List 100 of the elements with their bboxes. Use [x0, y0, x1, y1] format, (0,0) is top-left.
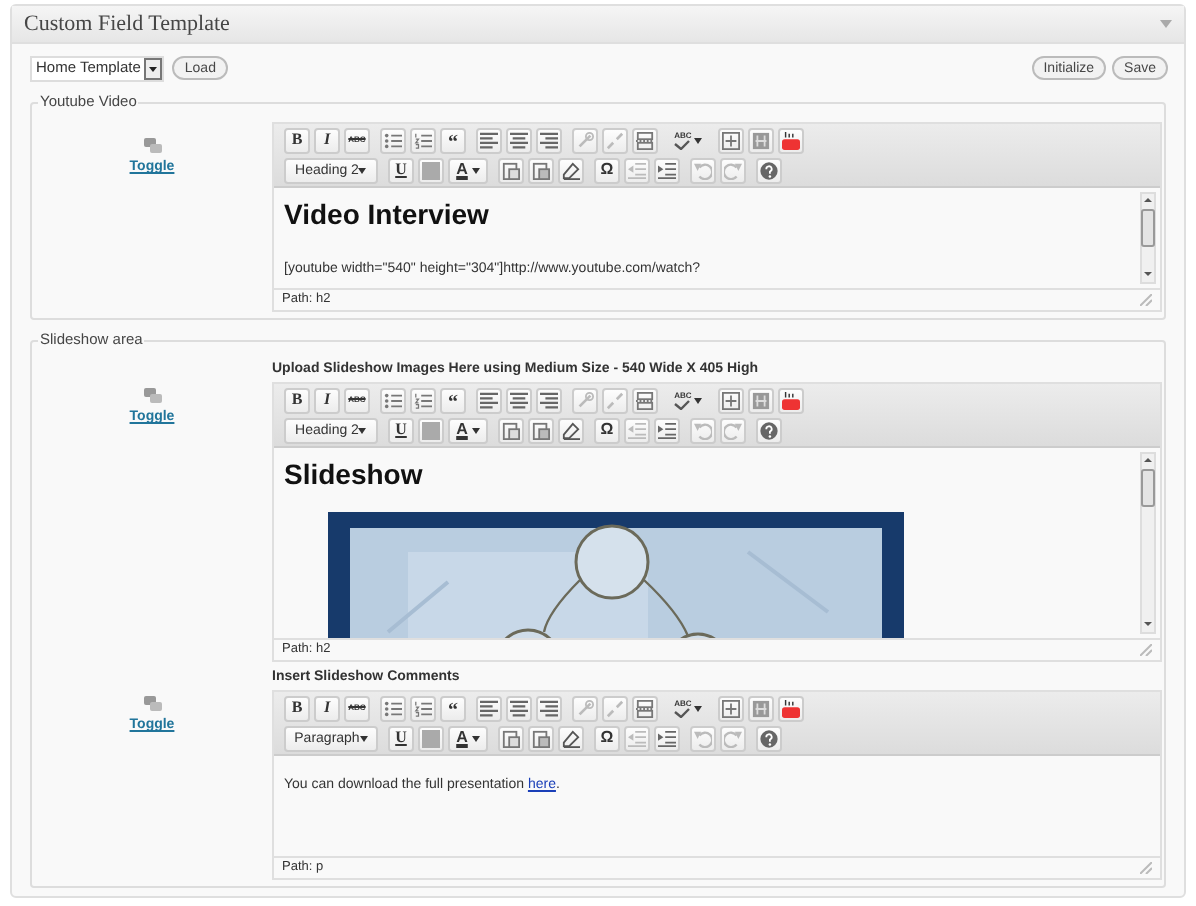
bold-button[interactable]: B [284, 387, 310, 413]
content-heading: Video Interview [284, 196, 491, 232]
bullet-list-button[interactable] [380, 387, 406, 413]
undo-icon [694, 161, 712, 179]
resize-grip-icon[interactable] [1140, 644, 1152, 656]
outdent-icon [628, 161, 646, 179]
align-left-icon [480, 391, 498, 409]
align-center-button[interactable] [506, 695, 532, 721]
numbered-list-button[interactable] [410, 127, 436, 153]
italic-button[interactable]: I [314, 695, 340, 721]
paste-text-button[interactable] [498, 725, 524, 751]
align-center-button[interactable] [506, 127, 532, 153]
indent-button[interactable] [654, 417, 680, 443]
special-character-button[interactable]: Ω [594, 157, 620, 183]
italic-button[interactable]: I [314, 127, 340, 153]
align-left-button[interactable] [476, 695, 502, 721]
caret-icon [471, 427, 480, 433]
caret-icon [471, 735, 480, 741]
text-color-button[interactable]: A [448, 725, 488, 751]
youtube-button[interactable] [778, 127, 804, 153]
caret-icon [471, 167, 480, 173]
numbered-list-button[interactable] [410, 695, 436, 721]
unlink-icon [606, 391, 624, 409]
bold-button[interactable]: B [284, 695, 310, 721]
align-left-button[interactable] [476, 387, 502, 413]
kitchen-sink-button[interactable] [748, 695, 774, 721]
undo-icon [694, 729, 712, 747]
indent-icon [658, 421, 676, 439]
video-icon [782, 131, 800, 149]
fullscreen-button[interactable] [718, 695, 744, 721]
fullscreen-icon [722, 699, 740, 717]
bullet-list-button[interactable] [380, 127, 406, 153]
youtube-button[interactable] [778, 695, 804, 721]
more-tag-button[interactable] [632, 387, 658, 413]
align-left-icon [480, 699, 498, 717]
check-icon [674, 399, 691, 409]
paste-word-button[interactable] [528, 725, 554, 751]
caret-icon [693, 137, 702, 143]
help-icon [760, 729, 778, 747]
blockquote-button[interactable]: “ [440, 387, 466, 413]
more-tag-button[interactable] [632, 127, 658, 153]
indent-button[interactable] [654, 157, 680, 183]
more-tag-button[interactable] [632, 695, 658, 721]
eraser-icon [562, 421, 580, 439]
unlink-icon [606, 699, 624, 717]
text-color-button[interactable]: A [448, 417, 488, 443]
special-character-button[interactable]: Ω [594, 417, 620, 443]
underline-button[interactable]: U [388, 157, 414, 183]
numbered-list-button[interactable] [410, 387, 436, 413]
check-icon [674, 139, 691, 149]
fullscreen-icon [722, 391, 740, 409]
align-right-icon [540, 391, 558, 409]
justify-button[interactable] [418, 417, 444, 443]
resize-grip-icon[interactable] [1140, 862, 1152, 874]
eraser-button[interactable] [558, 725, 584, 751]
paste-word-button[interactable] [528, 157, 554, 183]
help-button[interactable] [756, 417, 782, 443]
justify-button[interactable] [418, 725, 444, 751]
youtube-button[interactable] [778, 387, 804, 413]
page-break-icon [636, 131, 654, 149]
fullscreen-button[interactable] [718, 387, 744, 413]
page-break-icon [636, 391, 654, 409]
blockquote-button[interactable]: “ [440, 127, 466, 153]
eraser-button[interactable] [558, 157, 584, 183]
caret-icon [358, 167, 367, 173]
link-icon [576, 699, 594, 717]
help-icon [760, 161, 778, 179]
resize-grip-icon[interactable] [1140, 294, 1152, 306]
align-right-button[interactable] [536, 387, 562, 413]
indent-button[interactable] [654, 725, 680, 751]
grid-icon [752, 699, 770, 717]
bold-button[interactable]: B [284, 127, 310, 153]
special-character-button[interactable]: Ω [594, 725, 620, 751]
eraser-icon [562, 729, 580, 747]
help-icon [760, 421, 778, 439]
eraser-icon [562, 161, 580, 179]
justify-button[interactable] [418, 157, 444, 183]
paste-word-button[interactable] [528, 417, 554, 443]
text-color-button[interactable]: A [448, 157, 488, 183]
align-right-button[interactable] [536, 127, 562, 153]
underline-button[interactable]: U [388, 725, 414, 751]
help-button[interactable] [756, 157, 782, 183]
caret-icon [358, 427, 367, 433]
align-left-button[interactable] [476, 127, 502, 153]
italic-button[interactable]: I [314, 387, 340, 413]
help-button[interactable] [756, 725, 782, 751]
blockquote-button[interactable]: “ [440, 695, 466, 721]
kitchen-sink-button[interactable] [748, 387, 774, 413]
numbered-list-icon [414, 131, 432, 149]
underline-button[interactable]: U [388, 417, 414, 443]
paste-text-button[interactable] [498, 417, 524, 443]
bullet-list-button[interactable] [380, 695, 406, 721]
eraser-button[interactable] [558, 417, 584, 443]
paste-text-button[interactable] [498, 157, 524, 183]
redo-icon [724, 421, 742, 439]
align-right-button[interactable] [536, 695, 562, 721]
fullscreen-button[interactable] [718, 127, 744, 153]
panel-title: Custom Field Template [24, 9, 230, 40]
kitchen-sink-button[interactable] [748, 127, 774, 153]
align-center-button[interactable] [506, 387, 532, 413]
